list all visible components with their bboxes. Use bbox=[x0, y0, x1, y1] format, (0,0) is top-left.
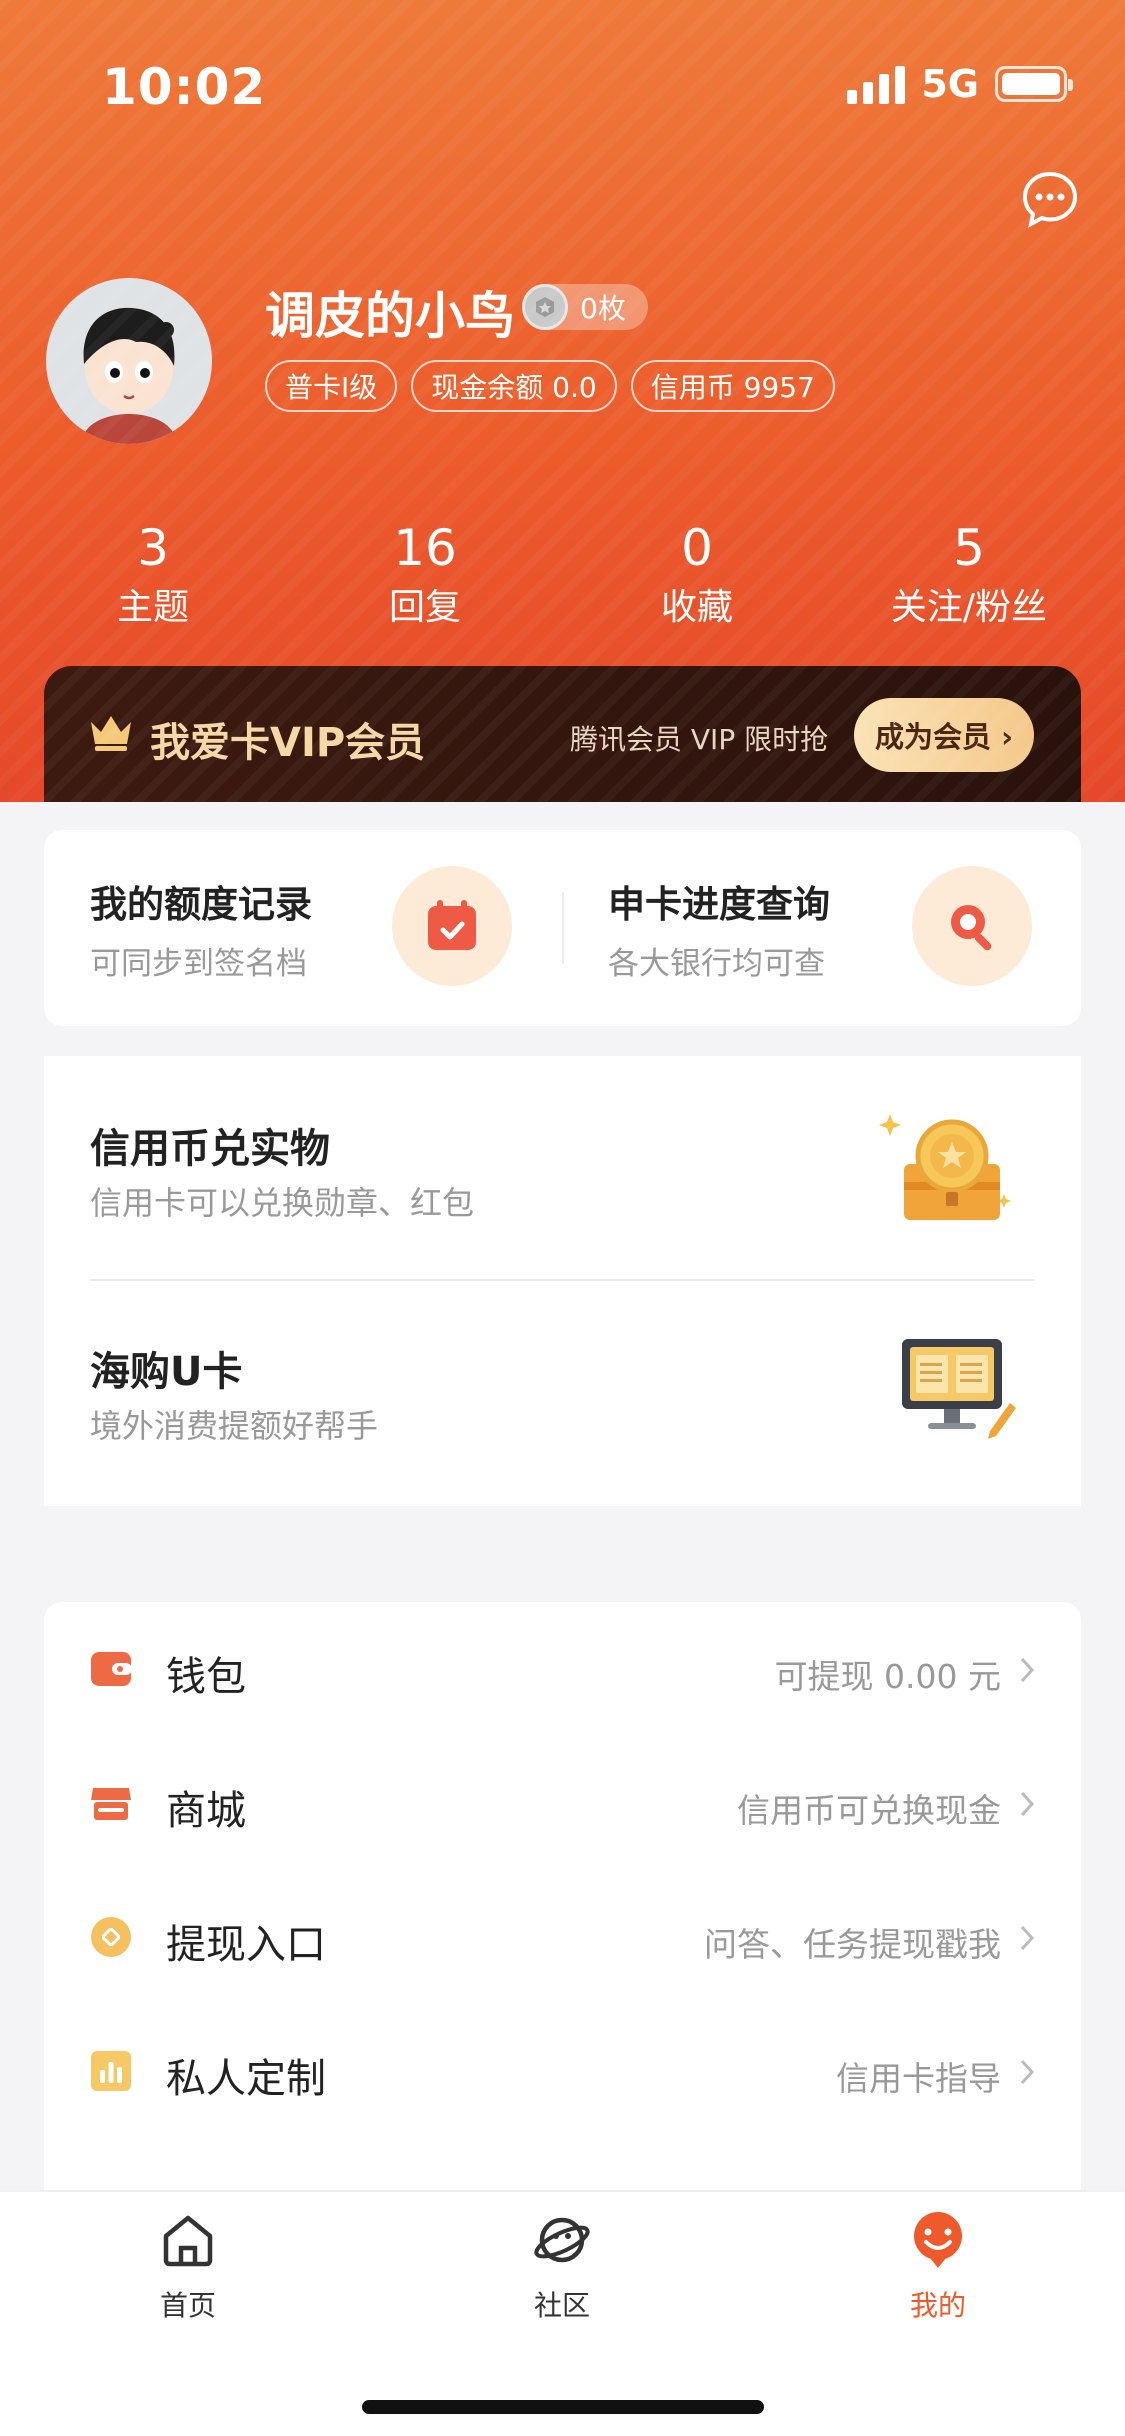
card-progress-entry[interactable]: 申卡进度查询 各大银行均可查 bbox=[562, 830, 1081, 1026]
feature-title: 信用币兑实物 bbox=[90, 1126, 330, 1172]
menu-card: 钱包 可提现 0.00 元 商城 信用币可兑换现金 提现入口 问答、任务提现戳我… bbox=[44, 1602, 1081, 2190]
menu-label: 私人定制 bbox=[166, 2056, 326, 2102]
quick-title: 我的额度记录 bbox=[90, 883, 312, 926]
menu-value: 问答、任务提现戳我 bbox=[704, 1925, 1001, 1964]
quick-subtitle: 各大银行均可查 bbox=[608, 946, 825, 982]
network-type: 5G bbox=[921, 62, 979, 106]
wallet-icon bbox=[91, 1652, 132, 1686]
menu-item-custom[interactable]: 私人定制 信用卡指导 bbox=[44, 2004, 1081, 2138]
tag-cash-balance[interactable]: 现金余额 0.0 bbox=[411, 360, 617, 412]
home-indicator[interactable] bbox=[362, 2400, 764, 2414]
tab-label: 首页 bbox=[159, 2289, 216, 2322]
chevron-right-icon bbox=[1020, 1657, 1035, 1683]
stat-replies[interactable]: 16 回复 bbox=[300, 518, 550, 638]
stat-value: 16 bbox=[393, 519, 457, 577]
feature-exchange[interactable]: 信用币兑实物 信用卡可以兑换勋章、红包 bbox=[44, 1056, 1081, 1281]
menu-value: 可提现 0.00 元 bbox=[774, 1657, 1001, 1696]
tag-credit-coins[interactable]: 信用币 9957 bbox=[630, 360, 835, 412]
tab-label: 社区 bbox=[533, 2289, 590, 2322]
quota-record-entry[interactable]: 我的额度记录 可同步到签名档 bbox=[44, 830, 562, 1026]
stat-value: 0 bbox=[681, 519, 713, 577]
message-icon[interactable] bbox=[1021, 170, 1079, 228]
coin-badge[interactable]: 0枚 bbox=[522, 284, 648, 330]
chevron-right-icon bbox=[1020, 1791, 1035, 1817]
stat-value: 5 bbox=[953, 519, 985, 577]
quick-subtitle: 可同步到签名档 bbox=[90, 946, 307, 982]
tab-label: 我的 bbox=[909, 2289, 966, 2322]
menu-item-shop[interactable]: 商城 信用币可兑换现金 bbox=[44, 1736, 1081, 1870]
quick-actions-card: 我的额度记录 可同步到签名档 申卡进度查询 各大银行均可查 bbox=[44, 830, 1081, 1026]
feature-subtitle: 信用卡可以兑换勋章、红包 bbox=[90, 1184, 475, 1222]
features-card: 信用币兑实物 信用卡可以兑换勋章、红包 海购U卡 境外消费提额好帮手 bbox=[44, 1056, 1081, 1506]
status-time: 10:02 bbox=[102, 58, 267, 116]
avatar[interactable] bbox=[46, 278, 212, 444]
chevron-right-icon bbox=[1020, 1925, 1035, 1951]
vip-banner[interactable]: 我爱卡VIP会员 腾讯会员 VIP 限时抢 成为会员 › bbox=[44, 666, 1081, 802]
stat-label: 收藏 bbox=[660, 587, 733, 628]
home-icon bbox=[163, 2215, 213, 2267]
magnifier-icon bbox=[912, 866, 1032, 986]
profile-header: 10:02 5G 调皮的小鸟 0枚 普卡I级 现金余额 0.0 信用币 9957… bbox=[0, 0, 1125, 802]
stat-value: 3 bbox=[137, 519, 169, 577]
quick-title: 申卡进度查询 bbox=[608, 883, 830, 926]
stat-favorites[interactable]: 0 收藏 bbox=[572, 518, 822, 638]
monitor-card-icon bbox=[902, 1339, 1016, 1439]
vip-promo: 腾讯会员 VIP 限时抢 bbox=[570, 723, 829, 756]
feature-subtitle: 境外消费提额好帮手 bbox=[90, 1407, 379, 1445]
stat-label: 关注/粉丝 bbox=[890, 587, 1048, 628]
stat-topics[interactable]: 3 主题 bbox=[28, 518, 278, 638]
treasure-chest-icon bbox=[879, 1114, 1011, 1220]
tab-home[interactable]: 首页 bbox=[88, 2210, 288, 2324]
username[interactable]: 调皮的小鸟 bbox=[265, 276, 515, 348]
menu-label: 商城 bbox=[166, 1788, 246, 1834]
tab-mine[interactable]: 我的 bbox=[838, 2210, 1038, 2324]
status-indicators: 5G bbox=[847, 62, 1073, 106]
menu-item-wallet[interactable]: 钱包 可提现 0.00 元 bbox=[44, 1602, 1081, 1736]
profile-tags: 普卡I级 现金余额 0.0 信用币 9957 bbox=[265, 360, 835, 412]
bottom-tab-bar: 首页 社区 我的 bbox=[0, 2190, 1125, 2436]
vip-title: 我爱卡VIP会员 bbox=[150, 720, 426, 766]
profile-stats: 3 主题 16 回复 0 收藏 5 关注/粉丝 bbox=[0, 518, 1125, 638]
stat-label: 主题 bbox=[116, 587, 189, 628]
calendar-check-icon bbox=[392, 866, 512, 986]
stat-follows[interactable]: 5 关注/粉丝 bbox=[844, 518, 1094, 638]
shop-icon bbox=[91, 1788, 131, 1820]
menu-label: 钱包 bbox=[166, 1654, 246, 1700]
medal-icon bbox=[522, 284, 568, 330]
menu-value: 信用卡指导 bbox=[836, 2059, 1001, 2098]
crown-icon bbox=[91, 716, 131, 751]
planet-icon bbox=[534, 2217, 590, 2263]
menu-label: 提现入口 bbox=[166, 1922, 326, 1968]
become-member-button[interactable]: 成为会员 › bbox=[854, 698, 1034, 772]
feature-title: 海购U卡 bbox=[90, 1349, 243, 1395]
feature-ucard[interactable]: 海购U卡 境外消费提额好帮手 bbox=[44, 1281, 1081, 1506]
chart-icon bbox=[91, 2051, 131, 2091]
coin-icon bbox=[91, 1917, 131, 1957]
profile-icon bbox=[914, 2212, 962, 2268]
signal-icon bbox=[847, 64, 906, 104]
avatar-illustration bbox=[46, 278, 212, 444]
menu-item-withdraw[interactable]: 提现入口 问答、任务提现戳我 bbox=[44, 1870, 1081, 2004]
battery-icon bbox=[995, 66, 1073, 102]
chevron-right-icon bbox=[1020, 2059, 1035, 2085]
menu-value: 信用币可兑换现金 bbox=[737, 1791, 1001, 1830]
tag-card-level[interactable]: 普卡I级 bbox=[265, 360, 398, 412]
tab-community[interactable]: 社区 bbox=[462, 2210, 662, 2324]
stat-label: 回复 bbox=[388, 587, 461, 628]
coin-count: 0枚 bbox=[580, 292, 626, 325]
